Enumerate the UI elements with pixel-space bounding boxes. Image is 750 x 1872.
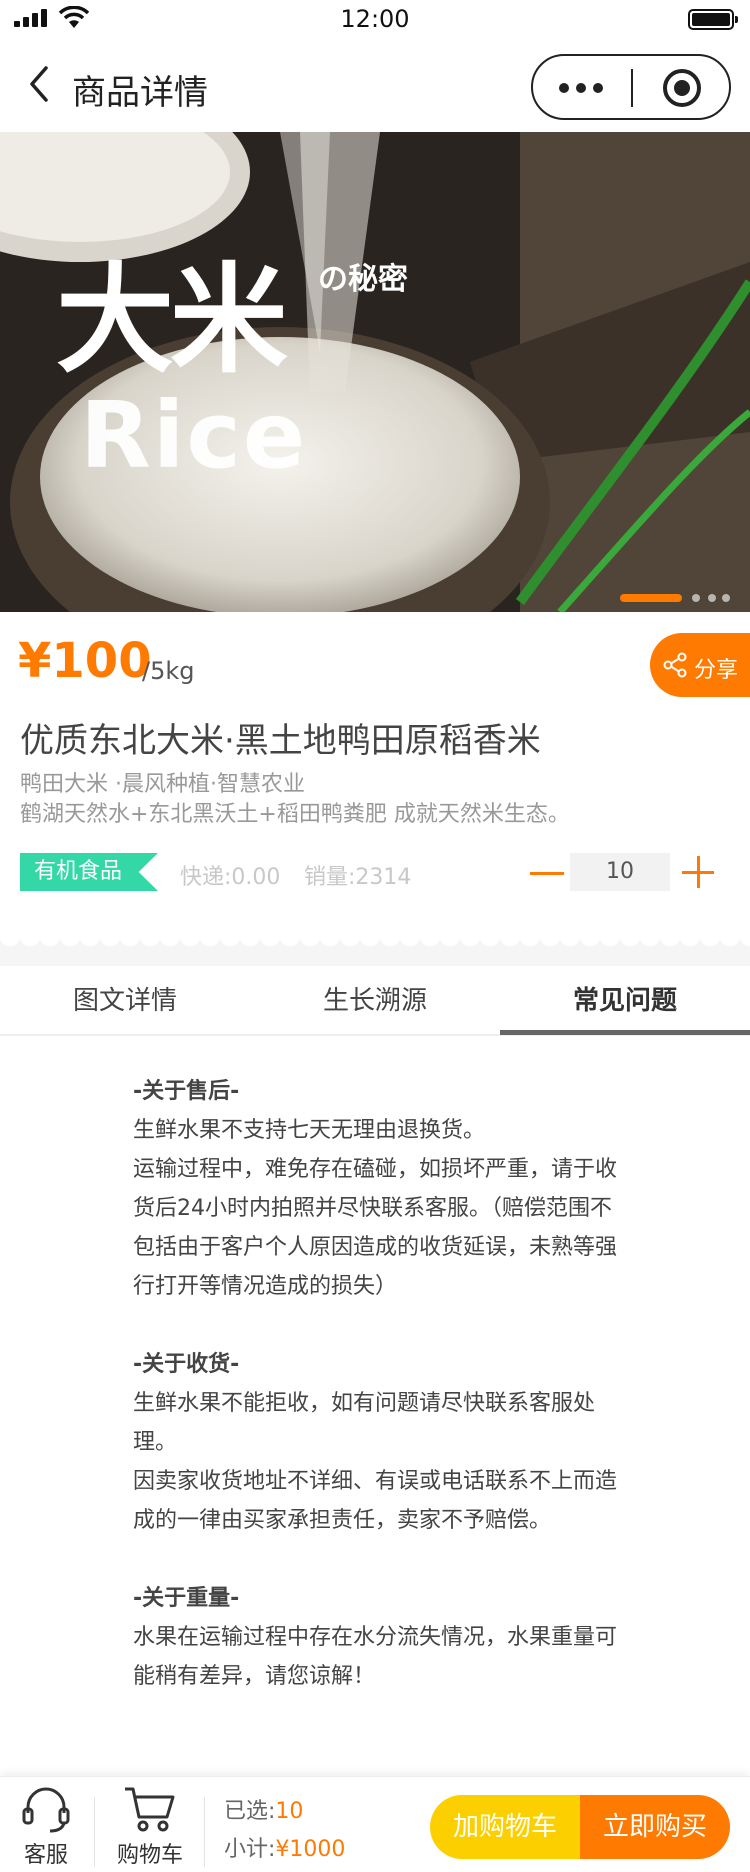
quantity-increment[interactable] [682, 856, 714, 888]
carousel-dot-active [620, 594, 682, 602]
faq-text: 生鲜水果不支持七天无理由退换货。 [133, 1118, 486, 1143]
hero-title-cn: 大米 [56, 250, 288, 389]
sales-count: 销量:2314 [304, 865, 412, 890]
target-icon[interactable] [663, 69, 701, 107]
more-icon[interactable] [555, 78, 615, 98]
add-to-cart-button[interactable]: 加购物车 [430, 1795, 580, 1859]
selected-summary: 已选:10 [224, 1793, 303, 1825]
quantity-decrement[interactable] [530, 858, 564, 888]
product-description: 鹤湖天然水+东北黑沃土+稻田鸭粪肥 成就天然米生态。 [20, 802, 570, 827]
share-label: 分享 [694, 658, 739, 683]
selected-value: 10 [275, 1799, 304, 1824]
product-subtitle: 鸭田大米 ·晨风种植·智慧农业 [20, 772, 305, 797]
battery-icon [688, 9, 738, 30]
price-unit: /5kg [142, 657, 195, 685]
nav-bar: 商品详情 [0, 40, 750, 132]
faq-text: 水果在运输过程中存在水分流失情况，水果重量可能稍有差异，请您谅解！ [133, 1625, 618, 1689]
buy-now-button[interactable]: 立即购买 [580, 1795, 730, 1859]
cart-button[interactable]: 购物车 [96, 1777, 204, 1872]
tab-traceability[interactable]: 生长溯源 [250, 980, 500, 1017]
selected-label: 已选: [224, 1799, 276, 1824]
service-label: 客服 [23, 1843, 68, 1868]
tab-faq[interactable]: 常见问题 [500, 980, 750, 1017]
divider [94, 1797, 95, 1867]
hero-subtitle: の秘密 [318, 262, 408, 297]
share-icon [663, 652, 687, 678]
section-divider [0, 936, 750, 966]
subtotal-summary: 小计:¥1000 [224, 1831, 345, 1863]
faq-heading-weight: -关于重量- [133, 1586, 240, 1611]
hero-title-en: Rice [80, 382, 308, 489]
faq-heading-aftersale: -关于售后- [133, 1079, 240, 1104]
faq-text: 因卖家收货地址不详细、有误或电话联系不上而造成的一律由买家承担责任，卖家不予赔偿… [133, 1469, 618, 1533]
page-title: 商品详情 [72, 73, 208, 113]
shipping-fee: 快递:0.00 [180, 865, 281, 890]
quantity-input[interactable]: 10 [570, 853, 670, 891]
share-button[interactable]: 分享 [650, 633, 750, 697]
subtotal-label: 小计: [224, 1837, 276, 1862]
faq-heading-receive: -关于收货- [133, 1352, 240, 1377]
faq-text: 运输过程中，难免存在磕碰，如损坏严重，请于收货后24小时内拍照并尽快联系客服。（… [133, 1157, 618, 1299]
tab-details[interactable]: 图文详情 [0, 980, 250, 1017]
customer-service-button[interactable]: 客服 [0, 1777, 92, 1872]
faq-content: -关于售后- 生鲜水果不支持七天无理由退换货。 运输过程中，难免存在磕碰，如损坏… [133, 1072, 625, 1696]
cart-label: 购物车 [116, 1843, 183, 1868]
hero-banner[interactable]: 大米 の秘密 Rice [0, 132, 750, 612]
status-time: 12:00 [340, 5, 410, 33]
price: ¥100 [18, 633, 152, 689]
carousel-indicator[interactable] [620, 594, 730, 604]
capsule-divider [631, 69, 633, 107]
product-title: 优质东北大米·黑土地鸭田原稻香米 [20, 721, 541, 761]
organic-badge: 有机食品 [20, 853, 158, 891]
bottom-bar: 客服 购物车 已选:10 小计:¥1000 加购物车 立即购买 [0, 1776, 750, 1872]
cart-icon [125, 1787, 175, 1832]
detail-tabs: 图文详情 生长溯源 常见问题 [0, 966, 750, 1036]
headset-icon [22, 1787, 70, 1833]
subtotal-value: ¥1000 [275, 1837, 346, 1862]
status-bar: 12:00 [0, 0, 750, 40]
divider [204, 1797, 205, 1867]
menu-capsule [531, 54, 731, 120]
tab-indicator [500, 1030, 750, 1035]
faq-text: 生鲜水果不能拒收，如有问题请尽快联系客服处理。 [133, 1391, 596, 1455]
back-icon[interactable] [24, 62, 64, 106]
